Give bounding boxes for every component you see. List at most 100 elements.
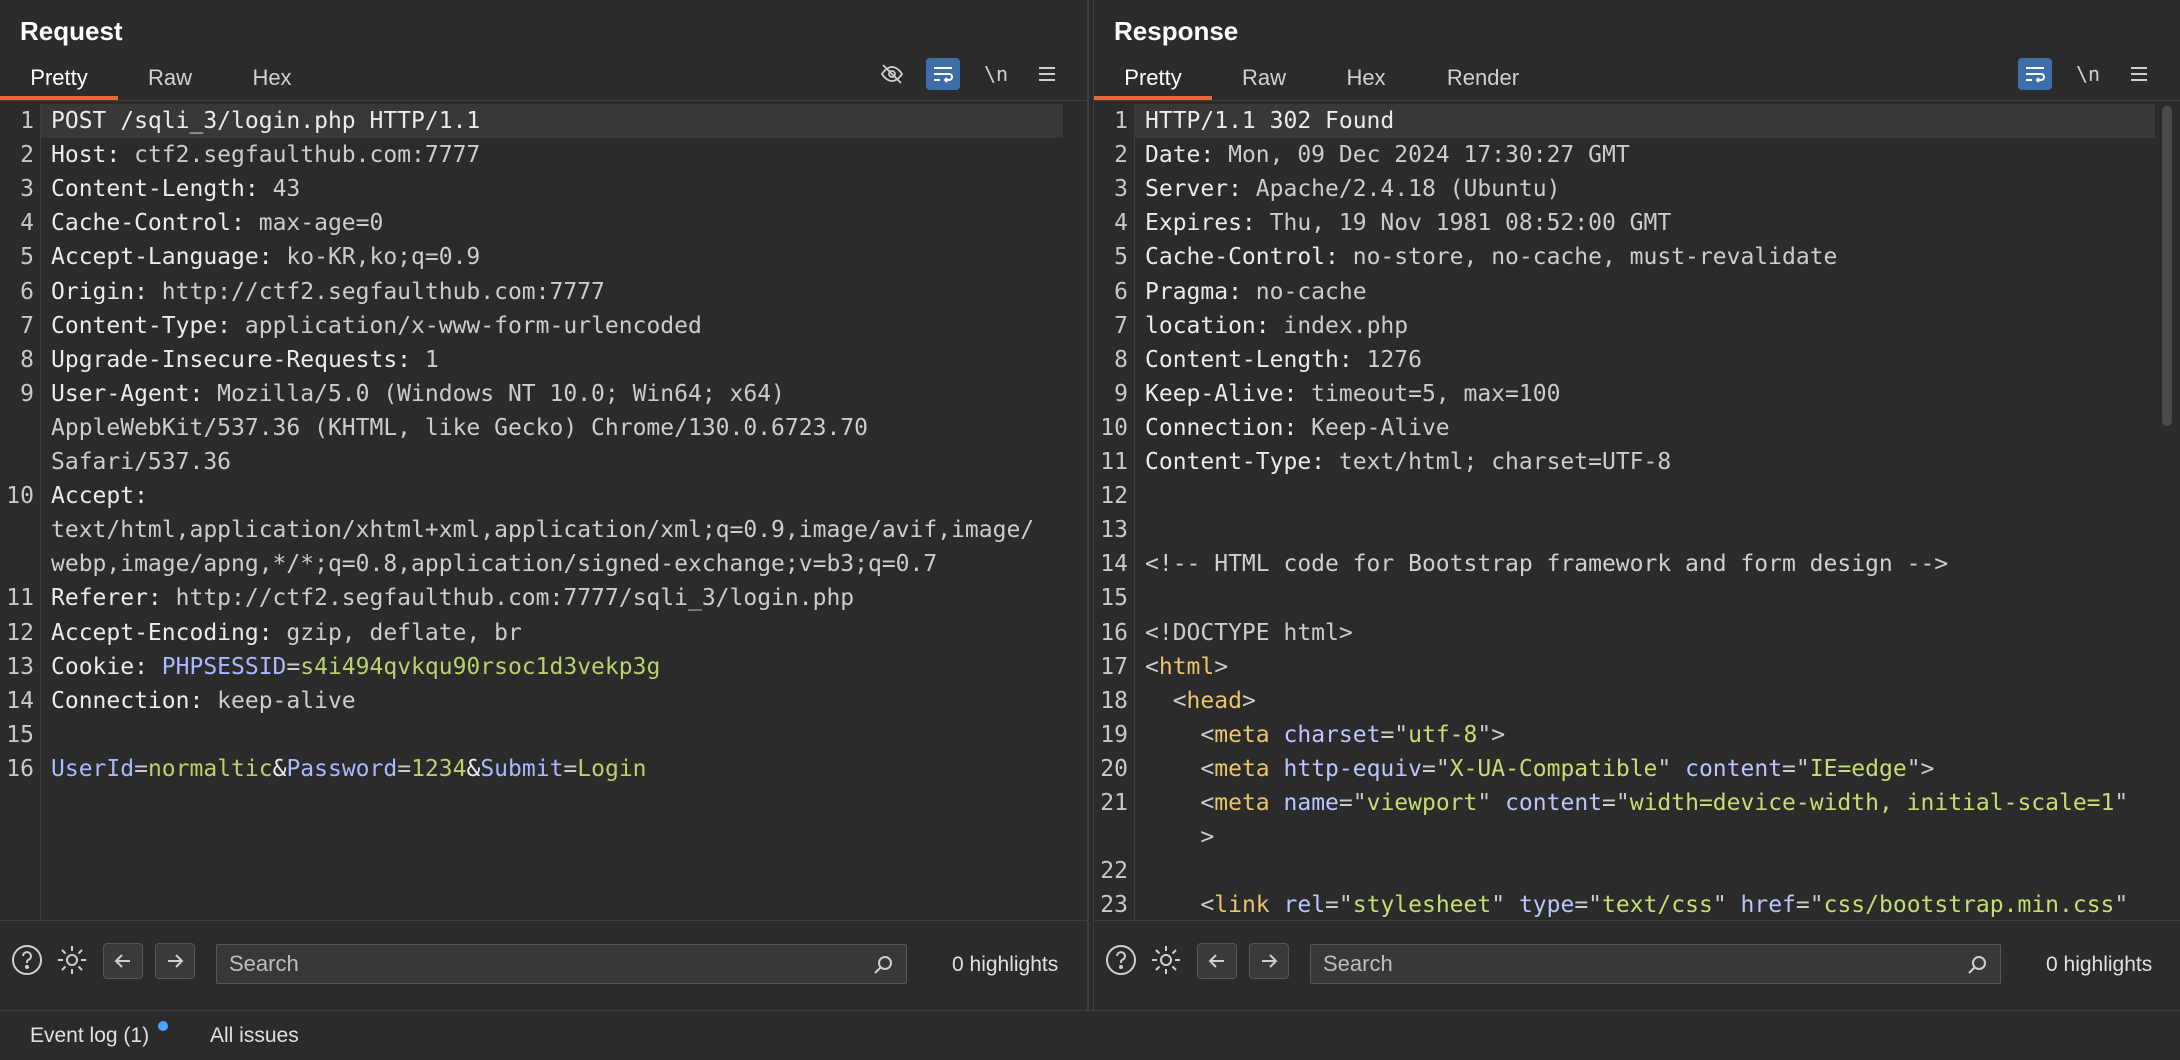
line-number: 16 [1100,620,1128,646]
request-code-line[interactable]: Cookie: PHPSESSID=s4i494qvkqu90rsoc1d3ve… [51,650,660,684]
request-code-line[interactable]: AppleWebKit/537.36 (KHTML, like Gecko) C… [51,411,868,445]
line-number: 22 [1100,858,1128,884]
response-code-line[interactable]: Keep-Alive: timeout=5, max=100 [1145,377,1560,411]
line-number: 12 [6,620,34,646]
request-code-line[interactable]: Content-Length: 43 [51,172,300,206]
help-icon[interactable] [1104,943,1138,977]
response-highlights-count: 0 highlights [2046,953,2153,976]
line-number: 2 [20,142,34,168]
response-tab-hex[interactable]: Hex [1316,58,1416,100]
request-code[interactable]: POST /sqli_3/login.php HTTP/1.1 Host: ctf… [41,104,1087,920]
response-code-line[interactable]: <html> [1145,650,1228,684]
line-number: 8 [1114,347,1128,373]
line-number: 17 [1100,654,1128,680]
request-code-line[interactable]: Referer: http://ctf2.segfaulthub.com:777… [51,581,854,615]
response-code-line[interactable]: Server: Apache/2.4.18 (Ubuntu) [1145,172,1560,206]
request-code-line[interactable]: text/html,application/xhtml+xml,applicat… [51,513,1034,547]
hide-nonprintable-icon[interactable] [875,58,909,90]
response-code-line[interactable]: Cache-Control: no-store, no-cache, must-… [1145,240,1837,274]
word-wrap-icon[interactable] [926,58,960,90]
request-code-line[interactable]: Accept-Encoding: gzip, deflate, br [51,616,522,650]
previous-match-button[interactable] [103,943,143,979]
line-number: 4 [20,210,34,236]
request-code-line[interactable]: Upgrade-Insecure-Requests: 1 [51,343,439,377]
line-number: 2 [1114,142,1128,168]
request-code-line[interactable]: User-Agent: Mozilla/5.0 (Windows NT 10.0… [51,377,785,411]
scrollbar-thumb[interactable] [2162,106,2172,426]
response-code-line[interactable]: <!DOCTYPE html> [1145,616,1353,650]
response-code-line[interactable]: Content-Length: 1276 [1145,343,1422,377]
response-code-line[interactable]: Expires: Thu, 19 Nov 1981 08:52:00 GMT [1145,206,1671,240]
pane-divider[interactable] [1087,0,1094,1010]
line-number: 21 [1100,790,1128,816]
next-match-button[interactable] [155,943,195,979]
response-code-line[interactable]: Content-Type: text/html; charset=UTF-8 [1145,445,1671,479]
request-code-line[interactable]: Origin: http://ctf2.segfaulthub.com:7777 [51,275,605,309]
request-code-line[interactable]: UserId=normaltic&Password=1234&Submit=Lo… [51,752,647,786]
response-code-line[interactable]: <link rel="stylesheet" type="text/css" h… [1145,888,2128,920]
request-code-line[interactable]: Safari/537.36 [51,445,231,479]
line-number: 14 [1100,551,1128,577]
response-code-line[interactable]: Pragma: no-cache [1145,275,1367,309]
request-code-line[interactable]: POST /sqli_3/login.php HTTP/1.1 [51,104,480,138]
settings-gear-icon[interactable] [55,943,89,977]
response-scrollbar[interactable] [2160,104,2174,920]
request-title: Request [20,16,123,46]
response-search-input[interactable] [1323,945,1952,983]
show-newlines-icon[interactable]: \n [2071,58,2105,90]
line-number: 20 [1100,756,1128,782]
request-code-line[interactable]: Host: ctf2.segfaulthub.com:7777 [51,138,480,172]
response-tab-raw[interactable]: Raw [1212,58,1316,100]
menu-icon[interactable] [1030,58,1064,90]
request-tab-pretty[interactable]: Pretty [0,58,118,100]
request-code-line[interactable]: Accept: [51,479,162,513]
response-search-box[interactable] [1310,944,2001,984]
response-code-line[interactable]: <meta charset="utf-8"> [1145,718,1505,752]
show-newlines-icon[interactable]: \n [979,58,1013,90]
response-code-line[interactable]: <meta name="viewport" content="width=dev… [1145,786,2128,820]
request-search-box[interactable] [216,944,907,984]
request-search-input[interactable] [229,945,858,983]
request-tab-raw[interactable]: Raw [118,58,222,100]
line-number: 15 [6,722,34,748]
line-number: 16 [6,756,34,782]
request-code-line[interactable]: Cache-Control: max-age=0 [51,206,383,240]
line-number: 5 [1114,244,1128,270]
response-code-line[interactable]: <meta http-equiv="X-UA-Compatible" conte… [1145,752,1934,786]
menu-icon[interactable] [2122,58,2156,90]
all-issues-link[interactable]: All issues [210,1024,299,1048]
previous-match-button[interactable] [1197,943,1237,979]
request-editor[interactable]: 1 2 3 4 5 6 7 8 9 10 11 12 13 14 15 16 POST /sqli_3/log… [0,104,1087,920]
response-code-line[interactable]: > [1145,820,1214,854]
response-code-line[interactable]: <!-- HTML code for Bootstrap framework a… [1145,547,1948,581]
line-number: 9 [20,381,34,407]
response-code[interactable]: HTTP/1.1 302 Found Date: Mon, 09 Dec 2024… [1135,104,2158,920]
event-log-link[interactable]: Event log (1) [30,1024,149,1048]
line-number: 8 [20,347,34,373]
response-tab-pretty[interactable]: Pretty [1094,58,1212,100]
line-number: 1 [1114,108,1128,134]
line-number: 3 [1114,176,1128,202]
response-editor[interactable]: 1 2 3 4 5 6 7 8 9 10 11 12 13 14 15 16 17 18 19 20 21 22 23 HT… [1094,104,2158,920]
request-tab-hex[interactable]: Hex [222,58,322,100]
line-number: 23 [1100,892,1128,918]
response-tab-render[interactable]: Render [1416,58,1550,100]
word-wrap-icon[interactable] [2018,58,2052,90]
help-icon[interactable] [10,943,44,977]
response-code-line[interactable]: HTTP/1.1 302 Found [1145,104,1394,138]
response-code-line[interactable]: location: index.php [1145,309,1408,343]
request-code-line[interactable]: webp,image/apng,*/*;q=0.8,application/si… [51,547,937,581]
line-number: 10 [6,483,34,509]
next-match-button[interactable] [1249,943,1289,979]
response-pane: Response Pretty Raw Hex Render \n 123456… [1094,0,2180,1010]
settings-gear-icon[interactable] [1149,943,1183,977]
response-code-line[interactable]: Date: Mon, 09 Dec 2024 17:30:27 GMT [1145,138,1630,172]
request-code-line[interactable]: Content-Type: application/x-www-form-url… [51,309,702,343]
line-number [0,411,34,445]
response-code-line[interactable]: Connection: Keep-Alive [1145,411,1450,445]
response-code-line[interactable]: <head> [1145,684,1256,718]
request-code-line[interactable]: Connection: keep-alive [51,684,356,718]
request-code-line[interactable]: Accept-Language: ko-KR,ko;q=0.9 [51,240,480,274]
response-title: Response [1114,16,1239,46]
response-line-gutter: 1 2 3 4 5 6 7 8 9 10 11 12 13 14 15 16 17 18 19 20 21 22 23 [1094,104,1135,920]
